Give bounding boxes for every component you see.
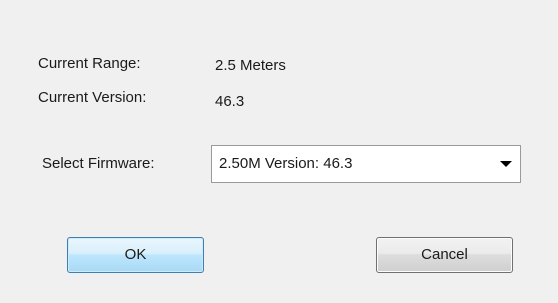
firmware-select-value: 2.50M Version: 46.3 bbox=[219, 155, 353, 172]
firmware-dialog: Current Range: 2.5 Meters Current Versio… bbox=[0, 0, 558, 303]
cancel-button[interactable]: Cancel bbox=[376, 237, 513, 273]
select-firmware-label: Select Firmware: bbox=[42, 155, 155, 172]
current-version-value: 46.3 bbox=[215, 93, 245, 110]
current-range-value: 2.5 Meters bbox=[215, 57, 286, 74]
chevron-down-icon[interactable] bbox=[500, 161, 512, 167]
firmware-select[interactable]: 2.50M Version: 46.3 bbox=[211, 145, 521, 183]
ok-button[interactable]: OK bbox=[67, 237, 204, 273]
current-range-label: Current Range: bbox=[38, 55, 141, 72]
current-version-label: Current Version: bbox=[38, 89, 147, 106]
